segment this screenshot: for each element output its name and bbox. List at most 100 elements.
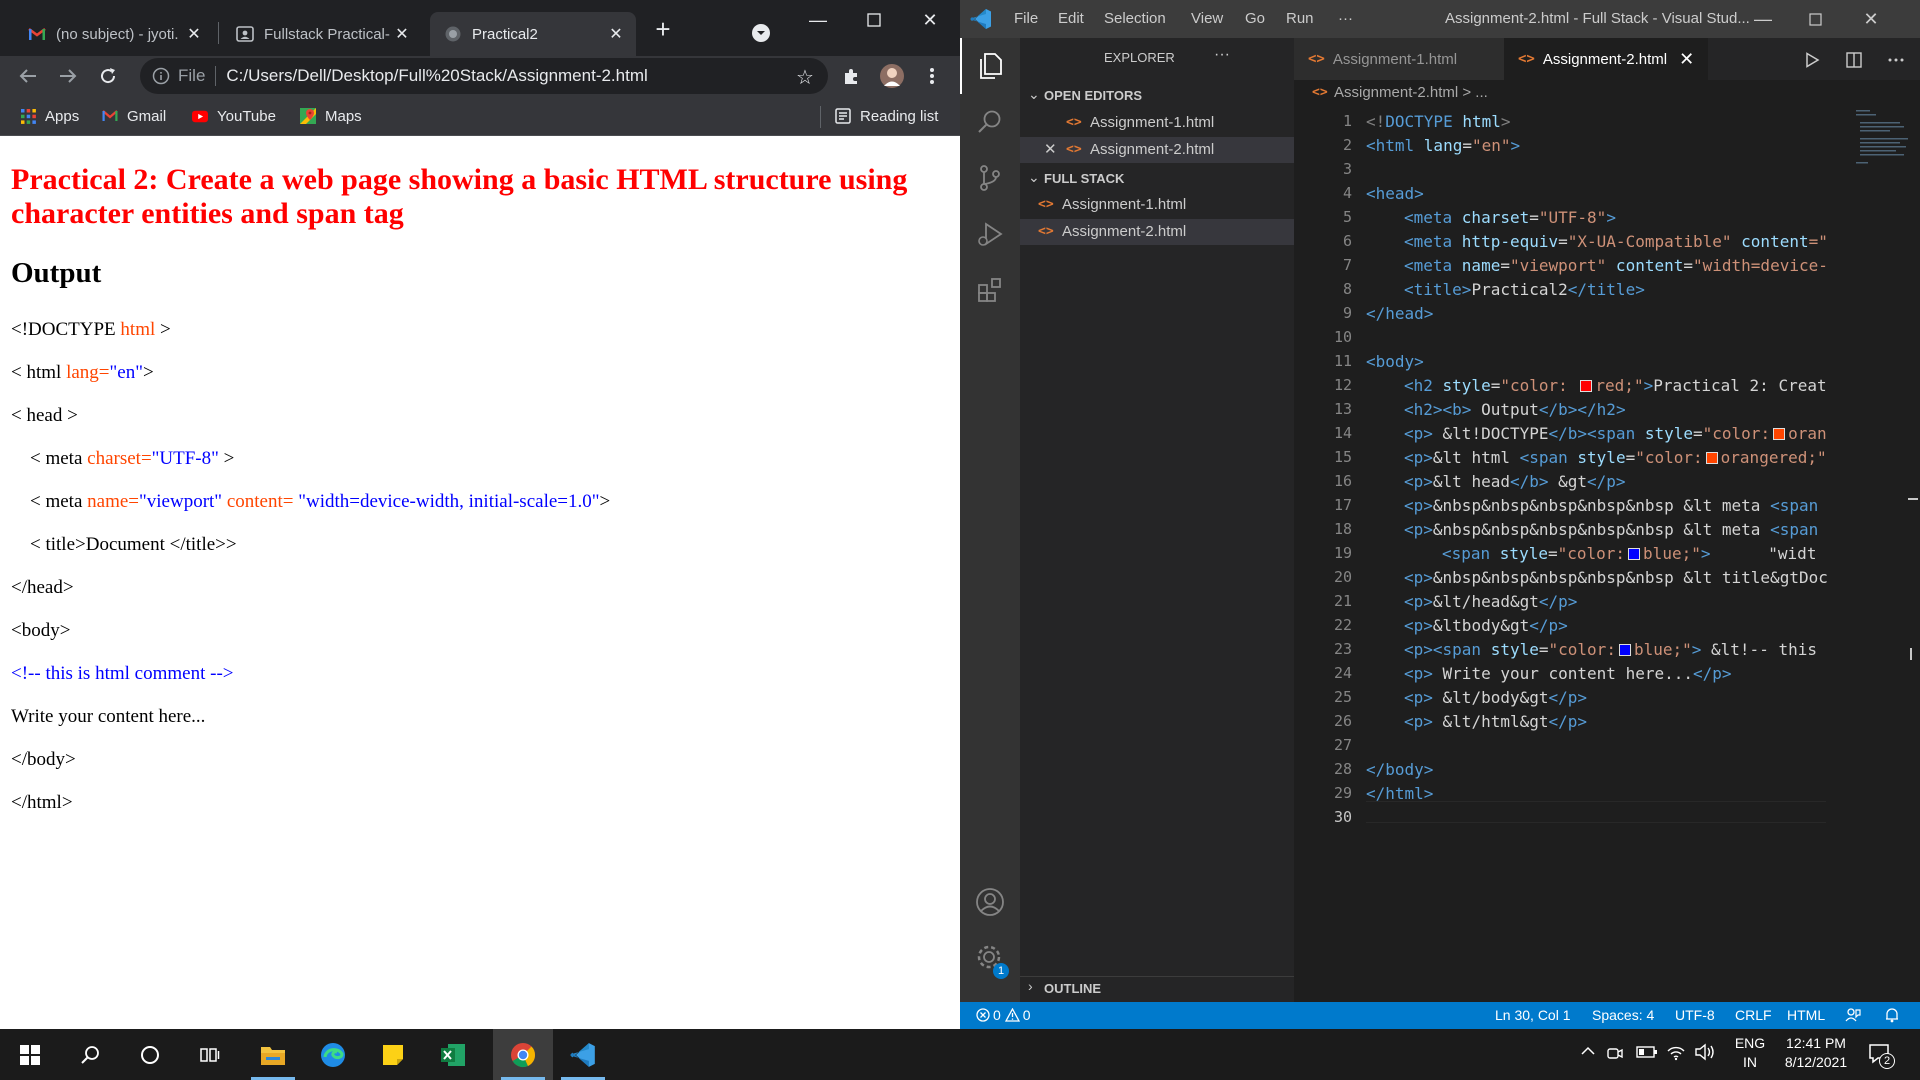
menu-run[interactable]: Run — [1286, 10, 1314, 27]
code-token: blue;" — [1633, 640, 1692, 659]
task-view-button[interactable] — [180, 1029, 240, 1080]
folder-file-item-active[interactable]: <> Assignment-2.html — [1020, 219, 1294, 245]
action-center-button[interactable]: 2 — [1868, 1042, 1895, 1069]
source-control-activity[interactable] — [960, 150, 1020, 206]
taskbar-vscode[interactable] — [553, 1029, 613, 1080]
line-ending[interactable]: CRLF — [1735, 1007, 1772, 1023]
language-indicator[interactable]: ENG IN — [1733, 1035, 1767, 1070]
close-window-button[interactable]: ✕ — [902, 0, 958, 40]
close-tab-icon[interactable]: ✕ — [1679, 49, 1694, 70]
breadcrumb[interactable]: <> Assignment-2.html > ... — [1294, 80, 1920, 108]
problems-indicator[interactable]: 0 0 — [976, 1007, 1031, 1023]
tab-search-button[interactable] — [752, 24, 770, 42]
menu-edit[interactable]: Edit — [1058, 10, 1084, 27]
code-editor[interactable]: 1 <!DOCTYPE html> 2 <html lang="en"> 3 4… — [1294, 108, 1920, 1002]
minimize-button[interactable]: — — [790, 0, 846, 40]
open-editors-section[interactable]: ⌄ OPEN EDITORS — [1020, 82, 1294, 108]
chrome-menu-button[interactable] — [918, 62, 946, 90]
color-swatch[interactable] — [1580, 380, 1593, 392]
taskbar-edge[interactable] — [303, 1029, 363, 1080]
folder-file-item[interactable]: <> Assignment-1.html — [1020, 192, 1294, 218]
taskbar-sticky-notes[interactable] — [363, 1029, 423, 1080]
close-tab-icon[interactable]: ✕ — [392, 24, 412, 44]
feedback-button[interactable] — [1845, 1007, 1861, 1023]
editor-tab-assignment-2[interactable]: <> Assignment-2.html ✕ — [1504, 38, 1708, 80]
vscode-minimize-button[interactable]: — — [1740, 0, 1786, 38]
volume-icon[interactable] — [1694, 1043, 1716, 1061]
cursor-position[interactable]: Ln 30, Col 1 — [1495, 1007, 1571, 1023]
chevron-up-icon — [1581, 1046, 1595, 1055]
editor-scrollbar[interactable] — [1904, 108, 1918, 1002]
back-button[interactable] — [14, 62, 42, 90]
battery-icon[interactable] — [1636, 1045, 1658, 1059]
reload-button[interactable] — [94, 62, 122, 90]
reading-list-button[interactable]: Reading list — [835, 106, 938, 126]
run-debug-activity[interactable] — [960, 206, 1020, 262]
menu-selection[interactable]: Selection — [1104, 10, 1166, 27]
open-editor-item-active[interactable]: ✕ <> Assignment-2.html — [1020, 137, 1294, 163]
menu-file[interactable]: File — [1014, 10, 1038, 27]
search-activity[interactable] — [960, 94, 1020, 150]
close-tab-icon[interactable]: ✕ — [184, 24, 204, 44]
bookmark-gmail[interactable]: Gmail — [102, 106, 166, 126]
extensions-activity[interactable] — [960, 262, 1020, 318]
address-bar[interactable]: File C:/Users/Dell/Desktop/Full%20Stack/… — [140, 58, 828, 94]
bookmark-youtube[interactable]: YouTube — [192, 106, 276, 126]
explorer-more-button[interactable]: ··· — [1214, 46, 1230, 64]
tab-fullstack[interactable]: Fullstack Practical- ✕ — [222, 12, 422, 56]
bookmark-apps[interactable]: Apps — [20, 106, 79, 126]
vscode-maximize-button[interactable] — [1792, 0, 1838, 38]
vscode-close-button[interactable]: ✕ — [1848, 0, 1894, 38]
manage-activity[interactable]: 1 — [960, 930, 1020, 986]
tab-practical2[interactable]: Practical2 ✕ — [430, 12, 636, 56]
meet-now-icon[interactable] — [1606, 1044, 1624, 1062]
color-swatch[interactable] — [1705, 452, 1718, 464]
notifications-button[interactable] — [1884, 1007, 1900, 1023]
folder-label: FULL STACK — [1044, 171, 1125, 186]
extensions-button[interactable] — [838, 62, 866, 90]
editor-more-button[interactable] — [1884, 48, 1908, 72]
wifi-icon[interactable] — [1666, 1043, 1686, 1061]
bookmark-maps[interactable]: Maps — [300, 106, 362, 126]
code-line: <p> &lt/html&gt</p> — [1404, 712, 1587, 731]
code-line: <meta http-equiv="X-UA-Compatible" conte… — [1404, 232, 1828, 251]
menu-go[interactable]: Go — [1245, 10, 1265, 27]
close-editor-icon[interactable]: ✕ — [1044, 140, 1057, 158]
code-token: "color: — [1702, 424, 1771, 443]
color-swatch[interactable] — [1628, 548, 1641, 560]
menu-more[interactable]: ··· — [1338, 10, 1353, 27]
search-button[interactable] — [60, 1029, 120, 1080]
split-editor-button[interactable] — [1842, 48, 1866, 72]
forward-button[interactable] — [54, 62, 82, 90]
encoding[interactable]: UTF-8 — [1675, 1007, 1715, 1023]
indentation[interactable]: Spaces: 4 — [1592, 1007, 1654, 1023]
run-button[interactable] — [1800, 48, 1824, 72]
info-icon[interactable] — [152, 67, 170, 85]
color-swatch[interactable] — [1618, 644, 1631, 656]
folder-section[interactable]: ⌄ FULL STACK — [1020, 165, 1294, 191]
url-text[interactable]: C:/Users/Dell/Desktop/Full%20Stack/Assig… — [226, 66, 796, 86]
profile-avatar[interactable] — [878, 62, 906, 90]
language-mode[interactable]: HTML — [1787, 1007, 1825, 1023]
bookmark-label: Gmail — [127, 107, 167, 125]
explorer-activity[interactable] — [960, 38, 1020, 94]
open-editor-item[interactable]: <> Assignment-1.html — [1020, 110, 1294, 136]
editor-tab-assignment-1[interactable]: <> Assignment-1.html — [1294, 38, 1504, 80]
cortana-button[interactable] — [120, 1029, 180, 1080]
color-swatch[interactable] — [1773, 428, 1786, 440]
start-button[interactable] — [0, 1029, 60, 1080]
show-hidden-icons-button[interactable] — [1580, 1045, 1596, 1057]
maximize-button[interactable] — [846, 0, 902, 40]
taskbar-chrome[interactable] — [493, 1029, 553, 1080]
clock[interactable]: 12:41 PM 8/12/2021 — [1776, 1035, 1856, 1070]
outline-section[interactable]: › OUTLINE — [1020, 975, 1294, 1001]
tab-gmail[interactable]: (no subject) - jyoti. ✕ — [14, 12, 214, 56]
menu-view[interactable]: View — [1191, 10, 1223, 27]
close-tab-icon[interactable]: ✕ — [606, 24, 626, 44]
bookmark-star-icon[interactable]: ☆ — [796, 65, 818, 89]
accounts-activity[interactable] — [960, 874, 1020, 930]
taskbar-file-explorer[interactable] — [243, 1029, 303, 1080]
code-token: <h2 — [1404, 376, 1443, 395]
new-tab-button[interactable]: + — [648, 14, 678, 44]
taskbar-excel[interactable] — [423, 1029, 483, 1080]
